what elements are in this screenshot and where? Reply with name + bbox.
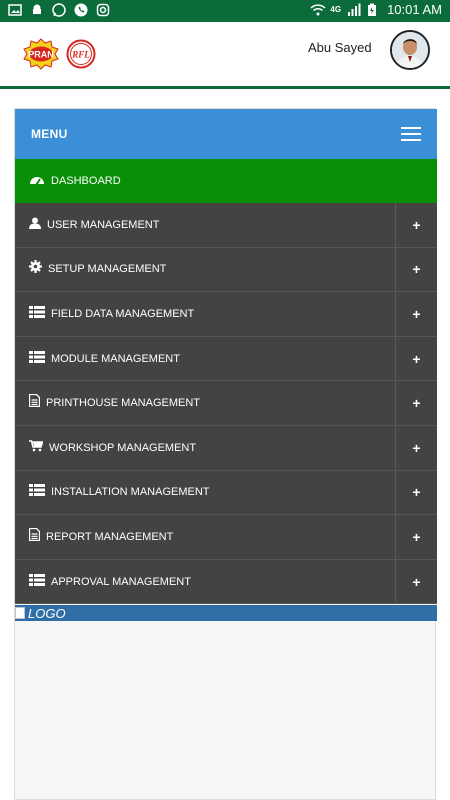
expand-button[interactable]: + [395,515,437,559]
menu-item-workshop-management[interactable]: WORKSHOP MANAGEMENT + [15,425,437,471]
document-icon [28,394,41,412]
menu-title: MENU [31,127,68,141]
side-menu: MENU DASHBOARD USER MANAGEMENT + SETUP M… [14,108,437,800]
menu-items: USER MANAGEMENT + SETUP MANAGEMENT + FIE… [15,203,437,605]
logo-alt-text: LOGO [28,605,66,621]
menu-item-label: FIELD DATA MANAGEMENT [51,307,195,320]
menu-item-printhouse-management[interactable]: PRINTHOUSE MANAGEMENT + [15,381,437,426]
signal-icon [347,3,361,17]
menu-item-approval-management[interactable]: APPROVAL MANAGEMENT + [15,559,437,605]
expand-button[interactable]: + [395,425,437,470]
expand-button[interactable]: + [395,292,437,336]
whatsapp-icon [52,3,66,17]
menu-item-dashboard[interactable]: DASHBOARD [15,159,437,203]
broken-image-icon [15,607,25,619]
gallery-icon [8,3,22,17]
avatar[interactable] [390,30,430,70]
document-icon [28,527,41,546]
expand-button[interactable]: + [395,559,437,604]
dashboard-icon [29,172,45,191]
pran-logo: PRAN [22,38,60,75]
menu-item-label: PRINTHOUSE MANAGEMENT [46,397,201,410]
menu-item-label: INSTALLATION MANAGEMENT [51,486,210,499]
menu-item-user-management[interactable]: USER MANAGEMENT + [15,203,437,248]
user-name: Abu Sayed [308,40,372,55]
expand-button[interactable]: + [395,470,437,515]
menu-item-report-management[interactable]: REPORT MANAGEMENT + [15,515,437,560]
app-header: PRAN RFL Abu Sayed [0,22,450,86]
status-bar: 4G 10:01 AM [0,0,450,22]
instagram-icon [96,3,110,17]
list-icon [29,573,45,591]
notification-icons [8,3,110,17]
menu-item-label: REPORT MANAGEMENT [46,530,174,543]
expand-button[interactable]: + [395,381,437,425]
logo-strip: LOGO [15,605,437,621]
android-icon [30,3,44,17]
rfl-logo: RFL [66,39,96,74]
network-type: 4G [330,5,342,14]
menu-item-installation-management[interactable]: INSTALLATION MANAGEMENT + [15,470,437,516]
dashboard-label: DASHBOARD [51,175,121,187]
user-icon [29,216,41,234]
list-icon [29,483,45,501]
menu-item-label: SETUP MANAGEMENT [48,263,167,276]
wifi-icon [310,3,326,17]
logo-image: LOGO [15,605,66,621]
menu-item-setup-management[interactable]: SETUP MANAGEMENT + [15,247,437,293]
cart-icon [29,439,44,457]
list-icon [29,350,45,368]
list-icon [29,305,45,323]
svg-text:PRAN: PRAN [28,50,54,60]
clock: 10:01 AM [387,2,442,17]
battery-icon [367,3,381,17]
expand-button[interactable]: + [395,203,437,247]
header-divider [0,86,450,89]
menu-header: MENU [15,109,437,159]
expand-button[interactable]: + [395,336,437,381]
menu-item-label: USER MANAGEMENT [47,218,160,231]
svg-text:RFL: RFL [71,50,90,60]
menu-item-label: APPROVAL MANAGEMENT [51,575,191,588]
menu-item-label: WORKSHOP MANAGEMENT [49,441,197,454]
gear-icon [29,260,42,278]
status-icons: 4G 10:01 AM [310,2,442,17]
menu-item-module-management[interactable]: MODULE MANAGEMENT + [15,336,437,382]
brand-logos: PRAN RFL [22,38,96,75]
hamburger-icon[interactable] [401,127,421,141]
expand-button[interactable]: + [395,247,437,292]
menu-item-field-data-management[interactable]: FIELD DATA MANAGEMENT + [15,292,437,337]
phone-icon [74,3,88,17]
menu-item-label: MODULE MANAGEMENT [51,352,180,365]
